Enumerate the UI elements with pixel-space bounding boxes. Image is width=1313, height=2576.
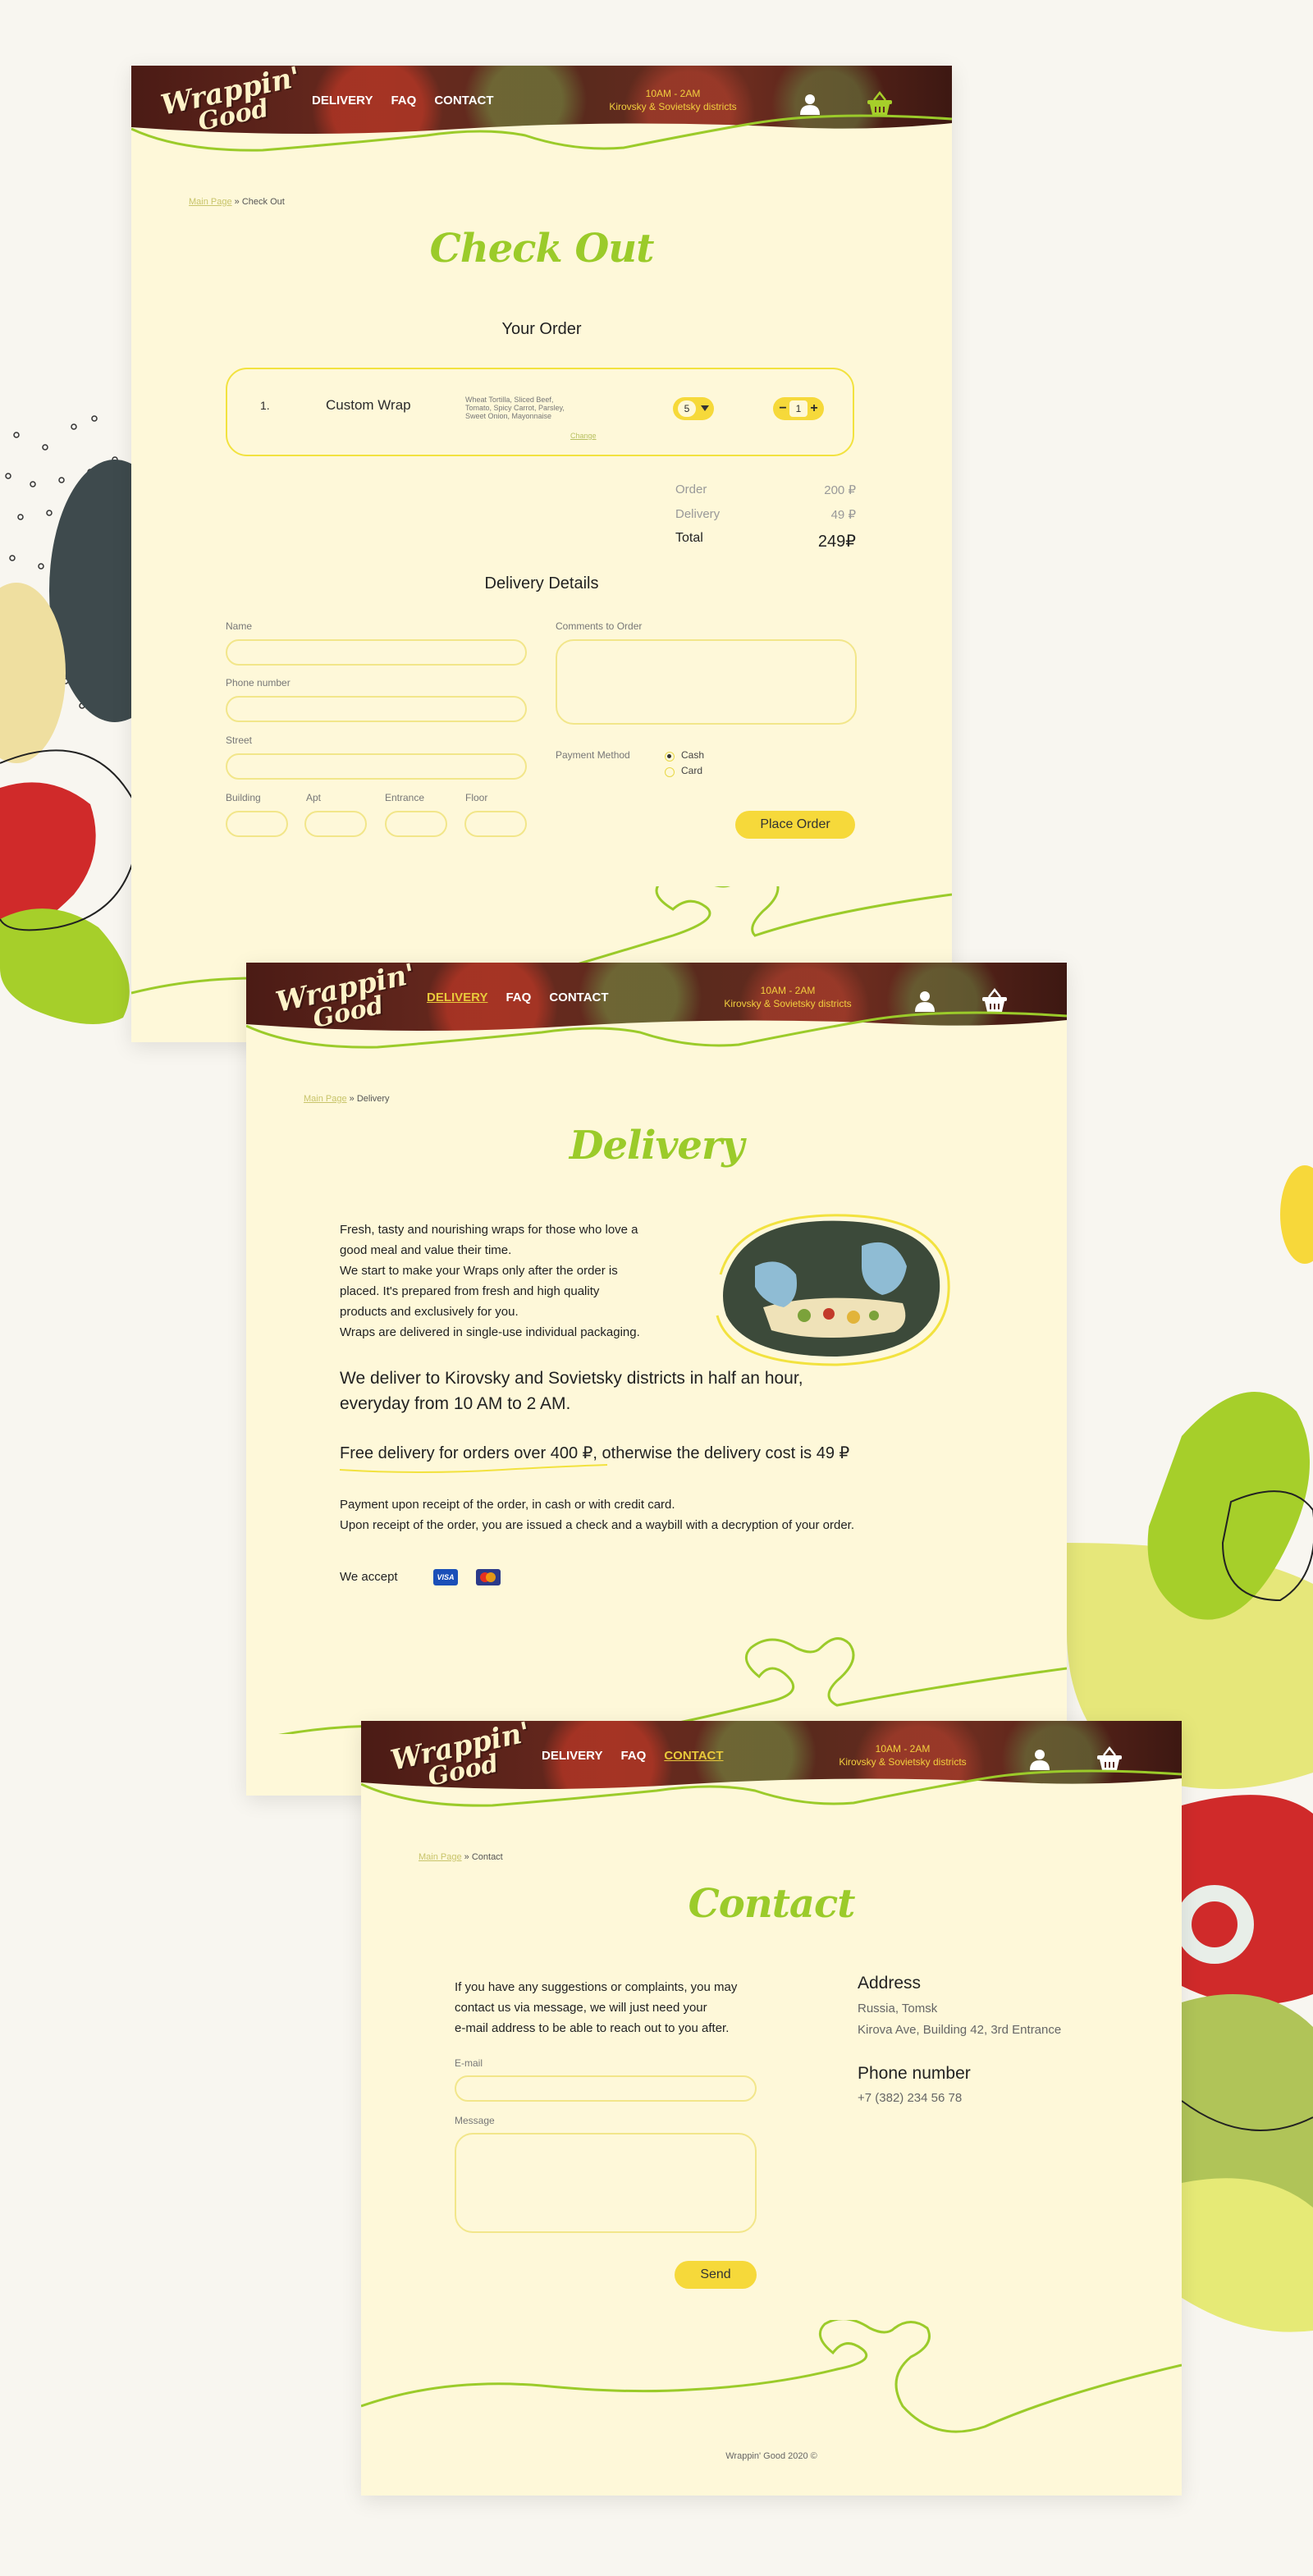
site-header: Wrappin' Good DELIVERY FAQ CONTACT 10AM …	[361, 1721, 1182, 1823]
nav-faq[interactable]: FAQ	[391, 94, 416, 108]
name-label: Name	[226, 620, 253, 632]
apt-field[interactable]	[304, 811, 367, 837]
address-text: Russia, Tomsk Kirova Ave, Building 42, 3…	[858, 2002, 1062, 2037]
wrap-photo	[716, 1214, 950, 1366]
nav-delivery[interactable]: DELIVERY	[312, 94, 373, 108]
delivery-area: We deliver to Kirovsky and Sovietsky dis…	[340, 1369, 803, 1413]
opening-hours: 10AM - 2AM Kirovsky & Sovietsky district…	[609, 88, 737, 112]
nav-faq[interactable]: FAQ	[620, 1749, 646, 1763]
send-button[interactable]: Send	[675, 2261, 757, 2289]
breadcrumb: Main Page » Contact	[419, 1852, 503, 1862]
chevron-down-icon	[701, 405, 709, 411]
address-heading: Address	[858, 1974, 922, 1993]
summary-total: Total 249₽	[675, 531, 856, 551]
phone-number[interactable]: +7 (382) 234 56 78	[858, 2088, 962, 2109]
quantity-value[interactable]: 1	[789, 400, 807, 417]
breadcrumb: Main Page » Delivery	[304, 1094, 390, 1104]
order-item: 1. Custom Wrap Wheat Tortilla, Sliced Be…	[226, 368, 854, 456]
breadcrumb: Main Page » Check Out	[189, 197, 285, 207]
email-label: E-mail	[455, 2057, 483, 2069]
size-select[interactable]: 5	[673, 397, 714, 420]
payment-info: Payment upon receipt of the order, in ca…	[340, 1498, 855, 1532]
comments-field[interactable]	[556, 639, 857, 725]
opening-hours: 10AM - 2AM Kirovsky & Sovietsky district…	[724, 985, 852, 1009]
payment-method-label: Payment Method	[556, 749, 630, 761]
delivery-details-heading: Delivery Details	[484, 574, 599, 593]
we-accept-label: We accept	[340, 1570, 398, 1584]
contact-page: Wrappin' Good DELIVERY FAQ CONTACT 10AM …	[361, 1721, 1182, 2496]
nav-contact[interactable]: CONTACT	[549, 991, 608, 1004]
page-title: Delivery	[569, 1123, 744, 1169]
breadcrumb-home[interactable]: Main Page	[304, 1094, 347, 1104]
name-field[interactable]	[226, 639, 527, 666]
breadcrumb-home[interactable]: Main Page	[189, 197, 232, 207]
quantity-stepper: − 1 +	[773, 397, 824, 420]
message-label: Message	[455, 2115, 495, 2126]
phone-field[interactable]	[226, 696, 527, 722]
underline-stroke	[339, 1464, 608, 1473]
place-order-button[interactable]: Place Order	[735, 811, 855, 839]
bottom-wave	[278, 1637, 1067, 1734]
summary-delivery: Delivery 49 ₽	[675, 507, 856, 522]
street-field[interactable]	[226, 753, 527, 780]
nav-delivery[interactable]: DELIVERY	[542, 1749, 602, 1763]
decrease-button[interactable]: −	[775, 400, 791, 417]
mastercard-icon	[476, 1569, 501, 1585]
increase-button[interactable]: +	[806, 400, 822, 417]
entrance-field[interactable]	[385, 811, 447, 837]
summary-order: Order 200 ₽	[675, 483, 856, 497]
message-field[interactable]	[455, 2133, 757, 2233]
payment-card-radio[interactable]	[665, 767, 675, 777]
checkout-page: Wrappin' Good DELIVERY FAQ CONTACT 10AM …	[131, 66, 952, 1042]
email-field[interactable]	[455, 2075, 757, 2102]
building-field[interactable]	[226, 811, 288, 837]
delivery-page: Wrappin' Good DELIVERY FAQ CONTACT 10AM …	[246, 963, 1067, 1796]
visa-icon: VISA	[433, 1569, 458, 1585]
header-wave	[361, 1769, 1182, 1823]
item-name: Custom Wrap	[326, 397, 411, 413]
nav-faq[interactable]: FAQ	[506, 991, 531, 1004]
nav-contact[interactable]: CONTACT	[434, 94, 493, 108]
site-header: Wrappin' Good DELIVERY FAQ CONTACT 10AM …	[246, 963, 1067, 1065]
nav-delivery[interactable]: DELIVERY	[427, 991, 487, 1004]
main-nav: DELIVERY FAQ CONTACT	[542, 1749, 724, 1763]
comments-label: Comments to Order	[556, 620, 643, 632]
contact-intro: If you have any suggestions or complaint…	[455, 1980, 738, 2035]
floor-label: Floor	[465, 792, 488, 803]
street-label: Street	[226, 734, 253, 746]
header-wave	[246, 1011, 1067, 1065]
opening-hours: 10AM - 2AM Kirovsky & Sovietsky district…	[839, 1743, 967, 1768]
delivery-intro: Fresh, tasty and nourishing wraps for th…	[340, 1223, 640, 1339]
page-title: Contact	[688, 1881, 856, 1927]
nav-contact[interactable]: CONTACT	[664, 1749, 723, 1763]
item-ingredients: Wheat Tortilla, Sliced Beef, Tomato, Spi…	[465, 396, 565, 420]
phone-label: Phone number	[226, 677, 291, 689]
entrance-label: Entrance	[385, 792, 425, 803]
header-wave	[131, 114, 952, 168]
payment-cash-label: Cash	[681, 749, 705, 761]
page-title: Check Out	[429, 226, 655, 272]
your-order-heading: Your Order	[501, 320, 582, 338]
item-number: 1.	[260, 399, 270, 412]
phone-heading: Phone number	[858, 2064, 971, 2083]
change-link[interactable]: Change	[570, 432, 597, 440]
footer-copyright: Wrappin' Good 2020 ©	[725, 2451, 817, 2461]
bottom-wave	[361, 2320, 1182, 2433]
breadcrumb-home[interactable]: Main Page	[419, 1852, 462, 1862]
main-nav: DELIVERY FAQ CONTACT	[312, 94, 494, 108]
main-nav: DELIVERY FAQ CONTACT	[427, 991, 609, 1004]
building-label: Building	[226, 792, 261, 803]
apt-label: Apt	[306, 792, 322, 803]
payment-card-label: Card	[681, 765, 703, 776]
floor-field[interactable]	[464, 811, 527, 837]
site-header: Wrappin' Good DELIVERY FAQ CONTACT 10AM …	[131, 66, 952, 168]
payment-cash-radio[interactable]	[665, 752, 675, 762]
